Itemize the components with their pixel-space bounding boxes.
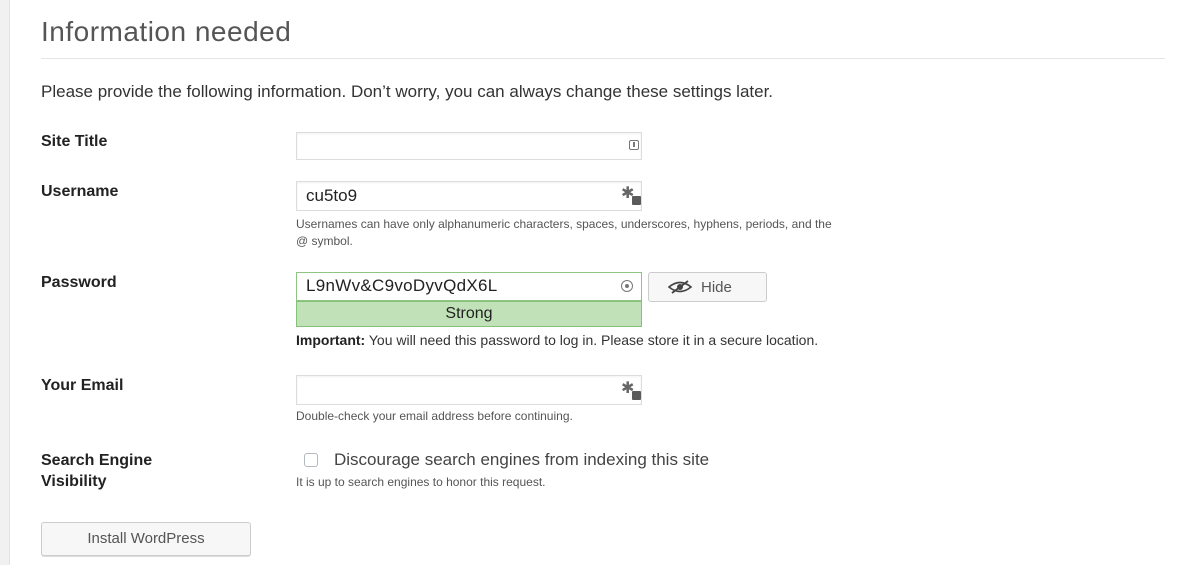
install-wordpress-button[interactable]: Install WordPress xyxy=(41,522,251,556)
password-value: L9nWv&C9voDyvQdX6L xyxy=(306,276,498,295)
hide-password-button[interactable]: Hide xyxy=(648,272,767,302)
eye-slash-icon xyxy=(667,280,693,294)
important-text: You will need this password to log in. P… xyxy=(365,332,819,348)
site-title-label: Site Title xyxy=(41,133,108,150)
important-prefix: Important: xyxy=(296,332,366,348)
password-manager-key-icon[interactable]: ✱ xyxy=(621,381,641,400)
username-input[interactable]: cu5to9 ✱ xyxy=(296,181,642,211)
search-visibility-label-line2: Visibility xyxy=(41,473,107,490)
username-label: Username xyxy=(41,183,119,200)
discourage-search-checkbox[interactable] xyxy=(304,453,318,467)
page-title: Information needed xyxy=(41,16,292,47)
discourage-search-label[interactable]: Discourage search engines from indexing … xyxy=(334,450,709,470)
password-important-note: Important: You will need this password t… xyxy=(296,332,818,348)
title-divider xyxy=(41,58,1165,59)
autofill-icon[interactable] xyxy=(629,140,639,150)
email-input[interactable]: ✱ xyxy=(296,375,642,405)
email-label: Your Email xyxy=(41,377,124,394)
email-help: Double-check your email address before c… xyxy=(296,409,573,423)
username-help-cont: @ symbol. xyxy=(296,234,353,248)
password-input[interactable]: L9nWv&C9voDyvQdX6L xyxy=(296,272,642,301)
username-value: cu5to9 xyxy=(306,186,358,205)
search-visibility-label-line1: Search Engine xyxy=(41,452,153,469)
site-title-input[interactable] xyxy=(296,132,642,160)
password-manager-key-icon[interactable]: ✱ xyxy=(621,186,641,205)
password-strength-meter: Strong xyxy=(296,301,642,327)
hide-button-label: Hide xyxy=(701,279,732,296)
search-visibility-help: It is up to search engines to honor this… xyxy=(296,475,546,489)
search-visibility-label: Search Engine Visibility xyxy=(41,450,152,492)
intro-text: Please provide the following information… xyxy=(41,82,774,101)
username-help: Usernames can have only alphanumeric cha… xyxy=(296,217,832,231)
password-label: Password xyxy=(41,274,117,291)
password-generate-icon[interactable] xyxy=(621,280,633,292)
